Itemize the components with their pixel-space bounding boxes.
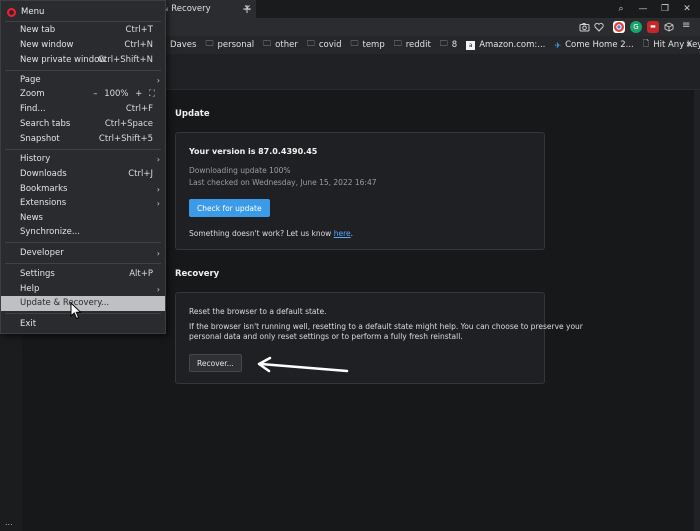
recovery-section-title: Recovery xyxy=(175,269,220,279)
chevron-right-icon: › xyxy=(156,155,160,164)
bookmark-folder-personal[interactable]: 🗀 personal xyxy=(205,38,254,52)
menu-separator xyxy=(5,242,161,243)
check-for-update-button[interactable]: Check for update xyxy=(189,199,270,217)
bookmark-daves[interactable]: Daves xyxy=(170,40,196,50)
opera-menu: Menu New tab Ctrl+T New window Ctrl+N New … xyxy=(0,0,166,334)
menu-item-bookmarks[interactable]: Bookmarks › xyxy=(1,182,165,197)
chevron-right-icon: › xyxy=(156,249,160,258)
zoom-in-button[interactable]: + xyxy=(135,89,142,99)
menu-item-search-tabs[interactable]: Search tabs Ctrl+Space xyxy=(1,117,165,132)
bookmark-folder-8[interactable]: 🗀 8 xyxy=(440,38,457,52)
menu-item-help[interactable]: Help › xyxy=(1,282,165,297)
grammarly-icon[interactable]: G xyxy=(630,21,642,33)
plane-icon: ✈ xyxy=(554,40,562,50)
recover-button[interactable]: Recover... xyxy=(189,354,242,372)
folder-icon: 🗀 xyxy=(263,39,272,48)
bookmarks-more-button[interactable]: » xyxy=(686,36,692,54)
menu-item-extensions[interactable]: Extensions › xyxy=(1,196,165,211)
menu-separator xyxy=(5,149,161,150)
menu-item-downloads[interactable]: Downloads Ctrl+J xyxy=(1,167,165,182)
zoom-level: 100% xyxy=(104,89,129,99)
minimize-button[interactable]: — xyxy=(632,0,654,18)
chevron-right-icon: › xyxy=(156,76,160,85)
search-icon[interactable]: ⌕ xyxy=(610,0,632,18)
update-card: Your version is 87.0.4390.45 Downloading… xyxy=(175,132,545,250)
amazon-icon: a xyxy=(466,40,476,50)
feedback-link[interactable]: here xyxy=(334,229,351,238)
menu-separator xyxy=(5,263,161,264)
cube-icon[interactable] xyxy=(664,22,674,32)
recovery-description-1: If the browser isn't running well, reset… xyxy=(189,322,583,331)
version-label: Your version is xyxy=(189,147,256,156)
recovery-description-2: personal data and only reset settings or… xyxy=(189,332,463,341)
chrome-extension-icon[interactable] xyxy=(613,21,625,33)
folder-icon: 🗀 xyxy=(306,39,315,48)
camera-icon[interactable] xyxy=(579,22,590,32)
folder-icon: 🗀 xyxy=(439,39,448,48)
recovery-heading: Reset the browser to a default state. xyxy=(189,307,327,316)
bookmark-folder-other[interactable]: 🗀 other xyxy=(263,38,298,52)
menu-item-page[interactable]: Page › xyxy=(1,73,165,88)
menu-separator xyxy=(5,313,161,314)
page-icon: 🗋 xyxy=(642,39,650,48)
bookmark-come-home[interactable]: ✈ Come Home 2... xyxy=(554,40,633,50)
menu-item-update-recovery[interactable]: Update & Recovery... xyxy=(1,296,165,311)
menu-item-find[interactable]: Find... Ctrl+F xyxy=(1,102,165,117)
folder-icon: 🗀 xyxy=(205,39,214,48)
menu-item-settings[interactable]: Settings Alt+P xyxy=(1,267,165,282)
chevron-right-icon: › xyxy=(156,285,160,294)
menu-item-snapshot[interactable]: Snapshot Ctrl+Shift+5 xyxy=(1,132,165,147)
menu-header[interactable]: Menu xyxy=(7,5,44,19)
bookmark-folder-reddit[interactable]: 🗀 reddit xyxy=(394,38,431,52)
zoom-out-button[interactable]: – xyxy=(93,89,97,99)
folder-icon: 🗀 xyxy=(350,39,359,48)
menu-item-developer[interactable]: Developer › xyxy=(1,246,165,261)
menu-separator xyxy=(5,21,161,22)
chevron-right-icon: › xyxy=(156,199,160,208)
close-window-button[interactable]: ✕ xyxy=(676,0,698,18)
version-number: 87.0.4390.45 xyxy=(258,147,318,156)
heart-icon[interactable] xyxy=(594,22,604,32)
folder-icon: 🗀 xyxy=(393,39,402,48)
menu-item-new-window[interactable]: New window Ctrl+N xyxy=(1,38,165,53)
extension-badge-icon[interactable]: ▬ xyxy=(647,21,659,33)
menu-item-synchronize[interactable]: Synchronize... xyxy=(1,225,165,240)
last-checked: Last checked on Wednesday, June 15, 2022… xyxy=(189,178,377,187)
new-tab-button[interactable]: + xyxy=(240,0,254,18)
menu-item-zoom: Zoom – 100% + ⛶ xyxy=(1,87,165,102)
menu-item-new-private-window[interactable]: New private window Ctrl+Shift+N xyxy=(1,53,165,68)
chevron-right-icon: › xyxy=(156,185,160,194)
opera-logo-icon xyxy=(7,7,16,17)
menu-item-news[interactable]: News xyxy=(1,211,165,226)
bookmark-folder-covid[interactable]: 🗀 covid xyxy=(307,38,342,52)
hamburger-menu-icon[interactable]: ≡ xyxy=(682,20,690,31)
menu-item-exit[interactable]: Exit xyxy=(1,317,165,332)
feedback-line: Something doesn't work? Let us know here… xyxy=(189,229,354,238)
right-edge xyxy=(694,90,700,531)
fullscreen-icon[interactable]: ⛶ xyxy=(149,89,155,99)
restore-button[interactable]: ❐ xyxy=(654,0,676,18)
sidebar-more-button[interactable]: ... xyxy=(5,518,13,527)
update-status: Downloading update 100% xyxy=(189,166,291,175)
menu-item-history[interactable]: History › xyxy=(1,152,165,167)
recovery-card: Reset the browser to a default state. If… xyxy=(175,292,583,384)
zoom-controls: – 100% + ⛶ xyxy=(89,87,155,102)
mouse-cursor-icon xyxy=(70,302,82,320)
menu-item-new-tab[interactable]: New tab Ctrl+T xyxy=(1,23,165,38)
arrow-annotation xyxy=(257,356,349,373)
menu-separator xyxy=(5,70,161,71)
bookmark-folder-temp[interactable]: 🗀 temp xyxy=(351,38,385,52)
bookmark-amazon[interactable]: a Amazon.com:... xyxy=(466,40,545,50)
update-section-title: Update xyxy=(175,109,210,119)
